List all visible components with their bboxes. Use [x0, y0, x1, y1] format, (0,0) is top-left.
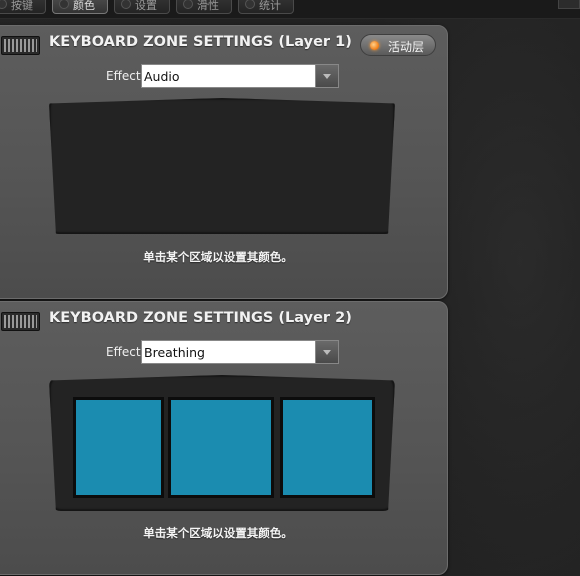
zone-hint-text: 单击某个区域以设置其颜色。 [143, 250, 293, 264]
tab-label: 设置 [135, 0, 157, 12]
keyboard-zone-1[interactable] [73, 397, 164, 498]
tab-keys[interactable]: 按键 [0, 0, 46, 14]
keyboard-icon [1, 312, 40, 331]
panel-title: KEYBOARD ZONE SETTINGS (Layer 2) [49, 310, 352, 326]
active-layer-label: 活动层 [388, 40, 425, 54]
tab-bar: 按键 颜色 设置 滑性 统计 [0, 0, 580, 19]
keyboard-zone-2[interactable] [168, 397, 274, 498]
tab-label: 颜色 [73, 0, 95, 12]
keyboard-zone-3[interactable] [280, 397, 375, 498]
tab-indicator-icon [183, 0, 193, 9]
tab-indicator-icon [59, 0, 69, 9]
effect-value: Breathing [144, 345, 205, 360]
keyboard-zone-map[interactable] [49, 98, 395, 234]
keyboard-icon [1, 36, 40, 55]
tab-indicator-icon [0, 0, 7, 9]
panel-title: KEYBOARD ZONE SETTINGS (Layer 1) [49, 34, 352, 50]
tab-settings[interactable]: 设置 [114, 0, 170, 14]
effect-select[interactable]: Breathing [141, 340, 339, 364]
active-layer-button[interactable]: 活动层 [360, 34, 436, 56]
tab-stats[interactable]: 统计 [238, 0, 294, 14]
tab-indicator-icon [245, 0, 255, 9]
tab-label: 按键 [11, 0, 33, 12]
chevron-down-icon [323, 350, 331, 355]
tab-mouse[interactable]: 滑性 [176, 0, 232, 14]
zone-settings-panel-layer-2: KEYBOARD ZONE SETTINGS (Layer 2) Effect … [0, 301, 448, 575]
tab-label: 统计 [259, 0, 281, 12]
window-control[interactable] [558, 0, 580, 9]
dropdown-button[interactable] [315, 341, 338, 363]
chevron-down-icon [323, 74, 331, 79]
effect-value: Audio [144, 69, 180, 84]
tab-label: 滑性 [197, 0, 219, 12]
zone-hint-text: 单击某个区域以设置其颜色。 [143, 526, 293, 540]
effect-label: Effect [106, 69, 141, 83]
effect-label: Effect [106, 345, 141, 359]
tab-color[interactable]: 颜色 [52, 0, 108, 14]
tab-indicator-icon [121, 0, 131, 9]
dropdown-button[interactable] [315, 65, 338, 87]
active-led-icon [370, 41, 379, 50]
effect-select[interactable]: Audio [141, 64, 339, 88]
zone-settings-panel-layer-1: KEYBOARD ZONE SETTINGS (Layer 1) 活动层 Eff… [0, 25, 448, 299]
